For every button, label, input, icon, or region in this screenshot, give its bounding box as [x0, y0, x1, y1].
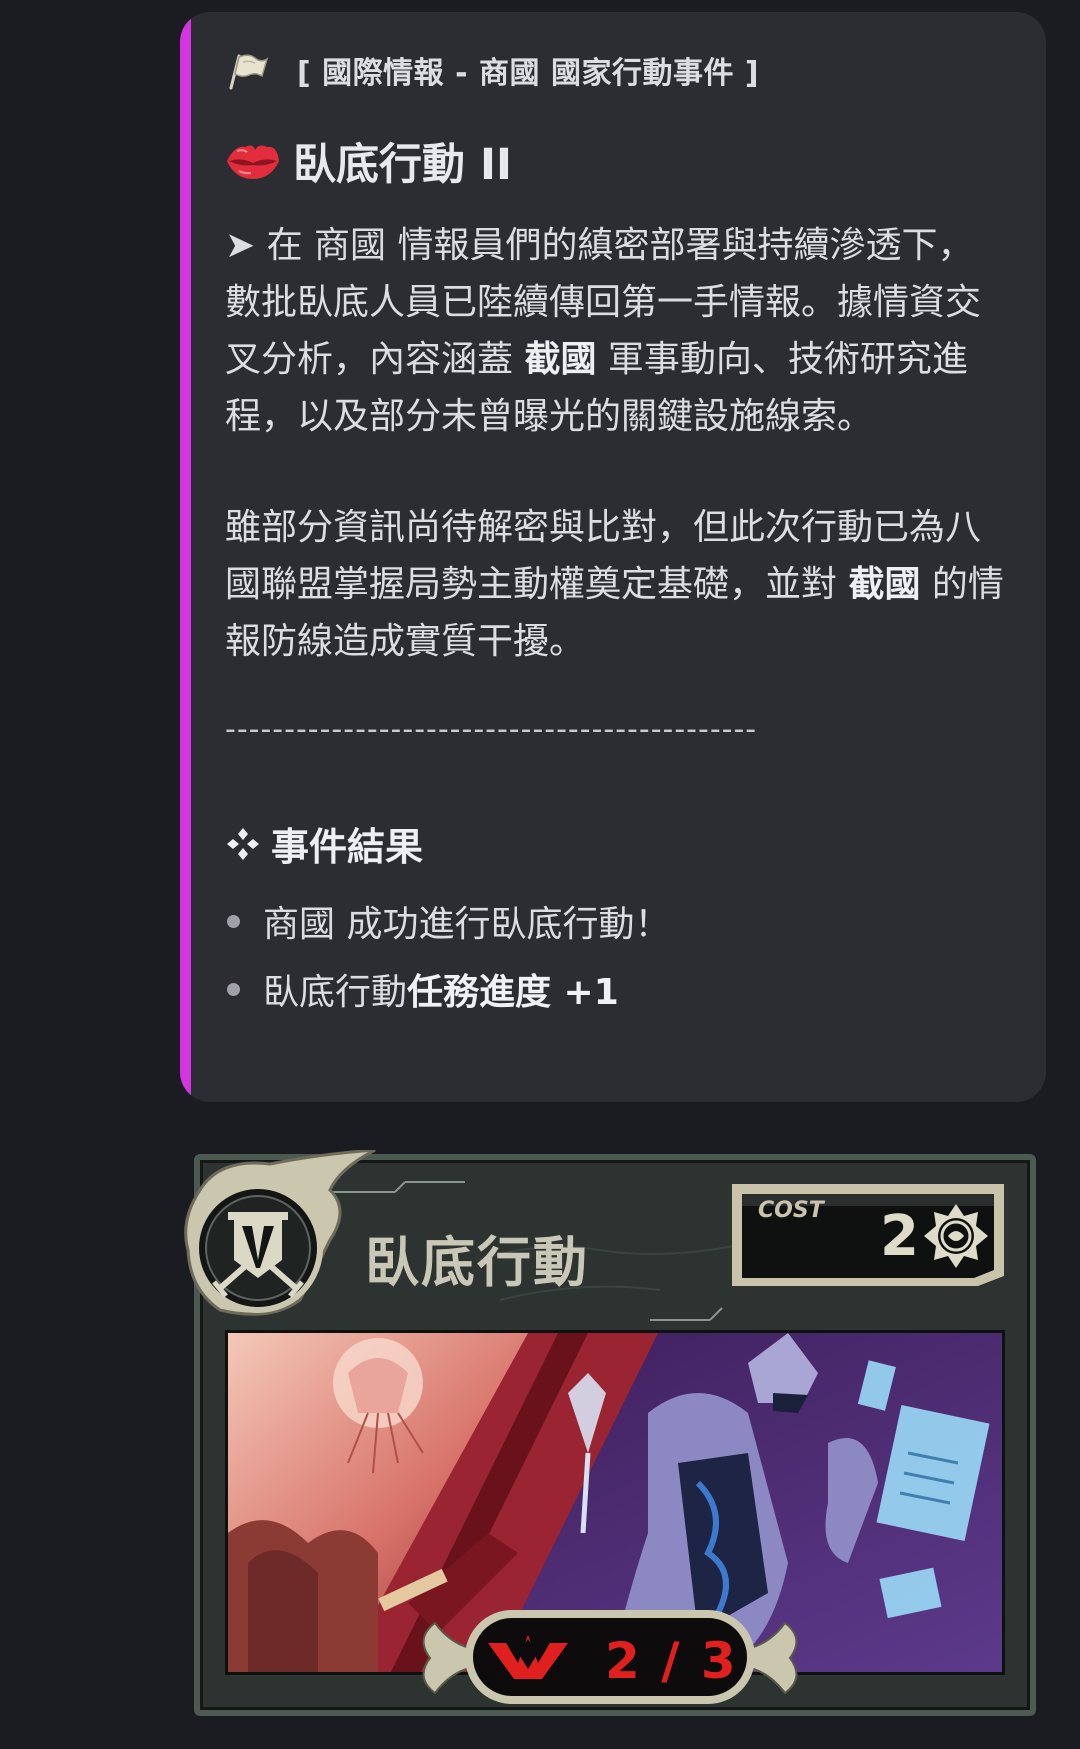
event-embed: [ 國際情報 - 商國 國家行動事件 ] 臥底行動 II ➤ 在 商國 情報員們… [180, 12, 1046, 1102]
cost-label: COST [758, 1198, 824, 1223]
target-nation: 截國 [524, 339, 597, 380]
shield-banner-swords-icon [184, 1150, 376, 1316]
event-description: ➤ 在 商國 情報員們的縝密部署與持續滲透下，數批臥底人員已陸續傳回第一手情報。… [225, 217, 1005, 670]
target-nation: 截國 [848, 564, 921, 605]
flag-icon [229, 54, 269, 90]
card-title: 臥底行動 [365, 1231, 589, 1294]
cost-value: 2 [880, 1204, 919, 1269]
results-list: 商國 成功進行臥底行動！ 臥底行動 任務進度 +1 [225, 887, 670, 1023]
action-card[interactable]: 臥底行動 COST 2 2 / 3 [180, 1150, 1040, 1720]
lips-icon [227, 145, 279, 179]
list-item: 商國 成功進行臥底行動！ [225, 887, 670, 955]
embed-title-text: 臥底行動 II [293, 140, 512, 190]
cost-panel [732, 1184, 1004, 1286]
results-title: 事件結果 [271, 825, 424, 869]
section-divider: ----------------------------------------… [225, 712, 758, 747]
embed-accent-bar [180, 12, 191, 1102]
bullet [227, 982, 240, 996]
embed-header-text: [ 國際情報 - 商國 國家行動事件 ] [297, 56, 760, 91]
mission-progress: 2 / 3 [605, 1632, 738, 1690]
embed-header: [ 國際情報 - 商國 國家行動事件 ] [225, 48, 759, 92]
bullet [227, 914, 240, 928]
results-heading: 事件結果 [225, 816, 423, 871]
embed-title: 臥底行動 II [225, 130, 512, 192]
list-item: 臥底行動 任務進度 +1 [225, 955, 670, 1023]
description-paragraph-2: 雖部分資訊尚待解密與比對，但此次行動已為八國聯盟掌握局勢主動權奠定基礎，並對 截… [225, 507, 1004, 662]
four-diamonds-icon [227, 827, 259, 860]
description-paragraph-1: ➤ 在 商國 情報員們的縝密部署與持續滲透下，數批臥底人員已陸續傳回第一手情報。… [225, 225, 982, 437]
